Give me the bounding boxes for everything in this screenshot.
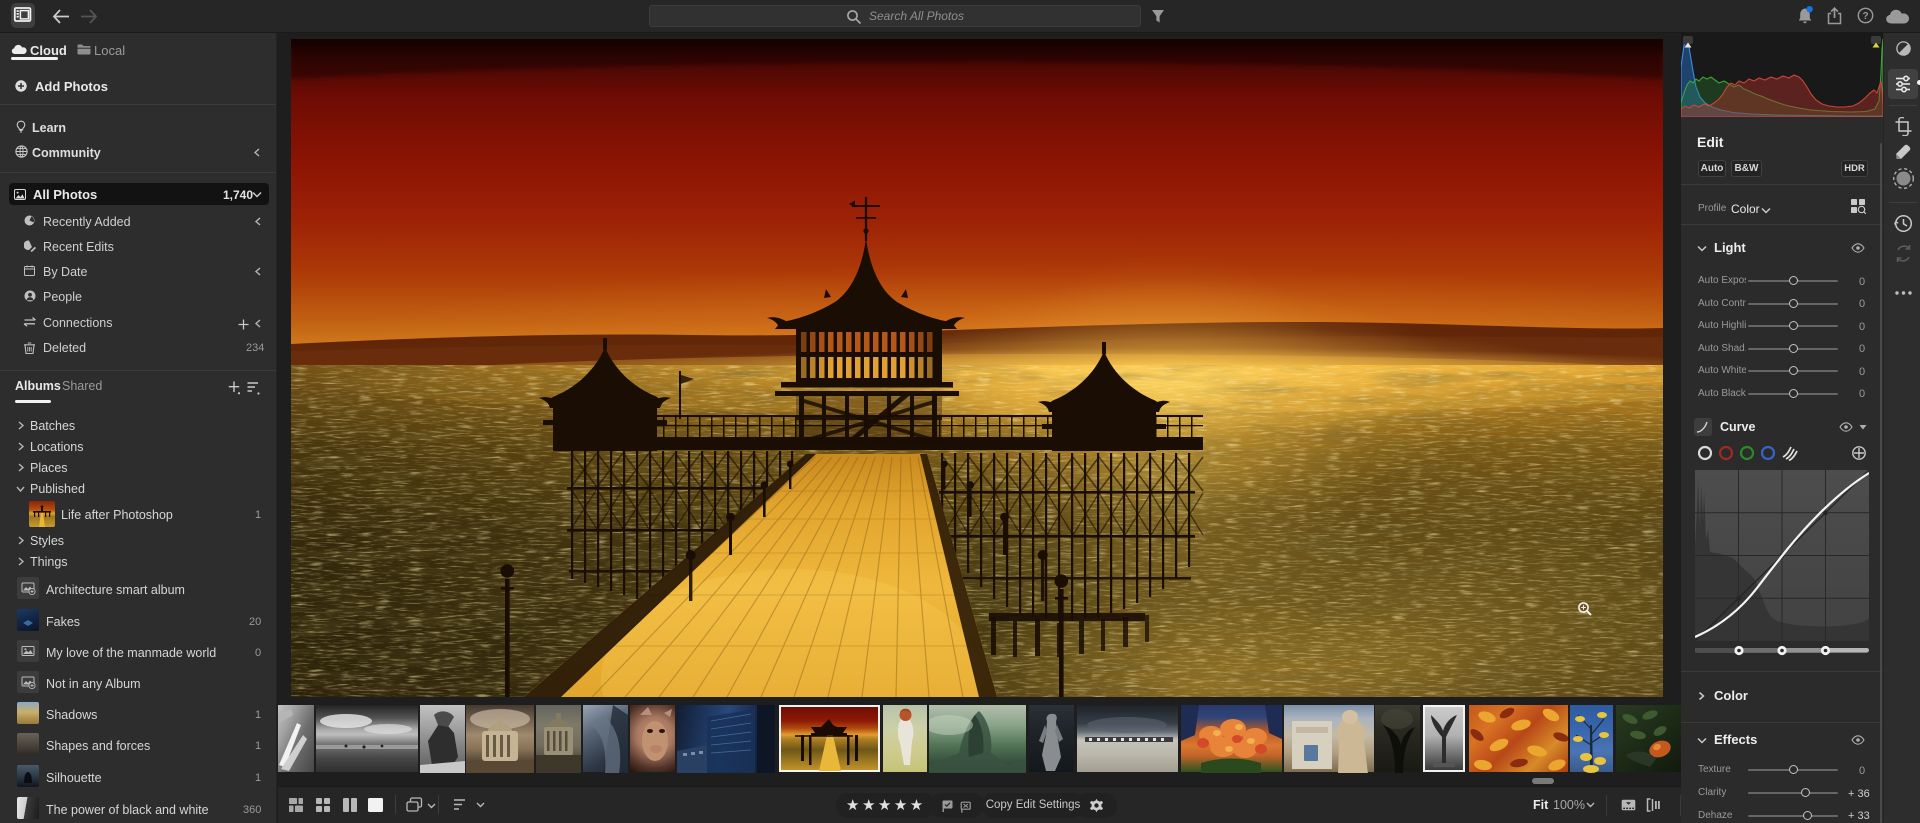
svg-text:?: ? xyxy=(1862,11,1868,22)
